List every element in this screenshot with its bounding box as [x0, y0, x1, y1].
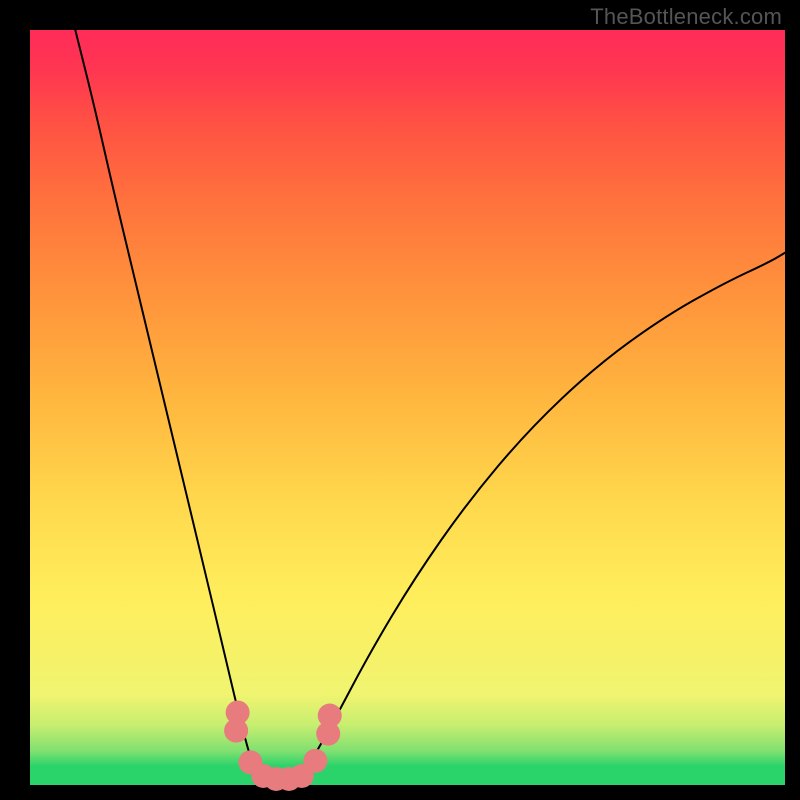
- curve-marker-dot: [224, 719, 248, 743]
- curve-markers: [224, 701, 342, 791]
- curve-marker-dot: [303, 749, 327, 773]
- chart-overlay: [30, 30, 785, 785]
- watermark-text: TheBottleneck.com: [590, 4, 782, 30]
- curve-marker-dot: [318, 704, 342, 728]
- curve-group: [75, 30, 785, 783]
- bottleneck-curve: [75, 30, 785, 783]
- chart-frame: TheBottleneck.com: [0, 0, 800, 800]
